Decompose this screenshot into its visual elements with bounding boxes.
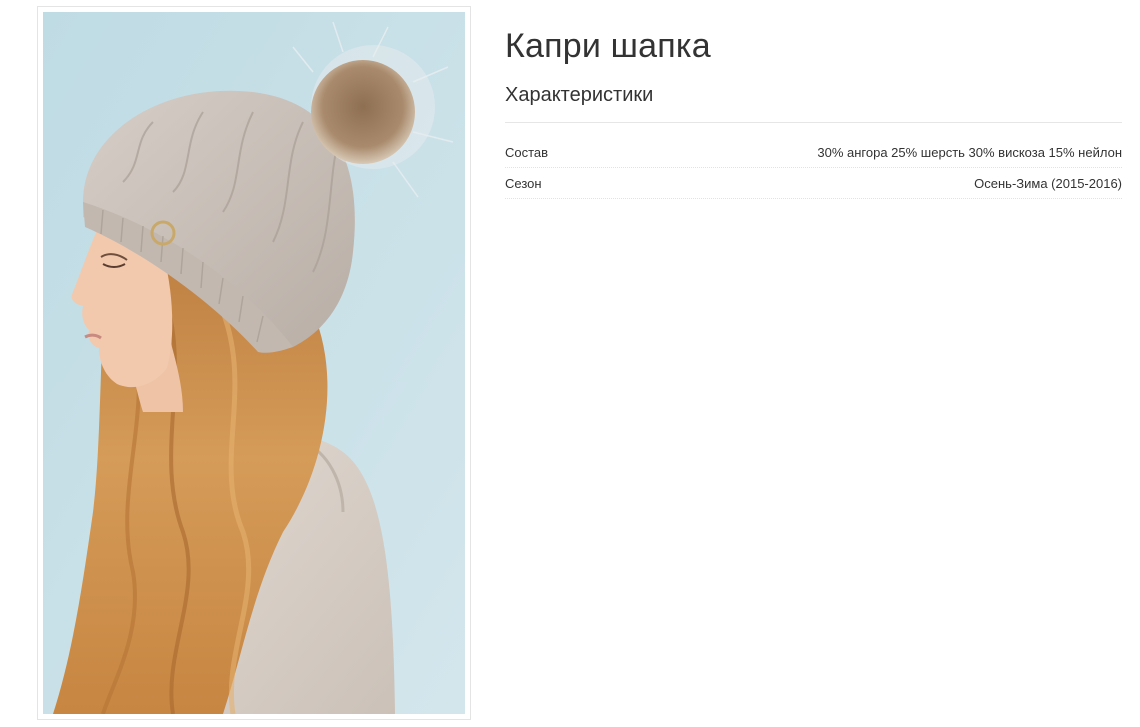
characteristics-heading: Характеристики [505, 82, 1122, 123]
product-photo[interactable] [43, 12, 465, 714]
spec-row-season: Сезон Осень-Зима (2015-2016) [505, 168, 1122, 199]
spec-label: Сезон [505, 175, 542, 191]
spec-row-composition: Состав 30% ангора 25% шерсть 30% вискоза… [505, 137, 1122, 168]
spec-value: Осень-Зима (2015-2016) [974, 175, 1122, 191]
characteristics-table: Состав 30% ангора 25% шерсть 30% вискоза… [505, 137, 1122, 199]
spec-value: 30% ангора 25% шерсть 30% вискоза 15% не… [817, 144, 1122, 160]
product-photo-frame[interactable] [37, 6, 471, 720]
product-title: Капри шапка [505, 27, 711, 65]
spec-label: Состав [505, 144, 549, 160]
product-details: Капри шапка Характеристики Состав 30% ан… [505, 24, 1122, 199]
